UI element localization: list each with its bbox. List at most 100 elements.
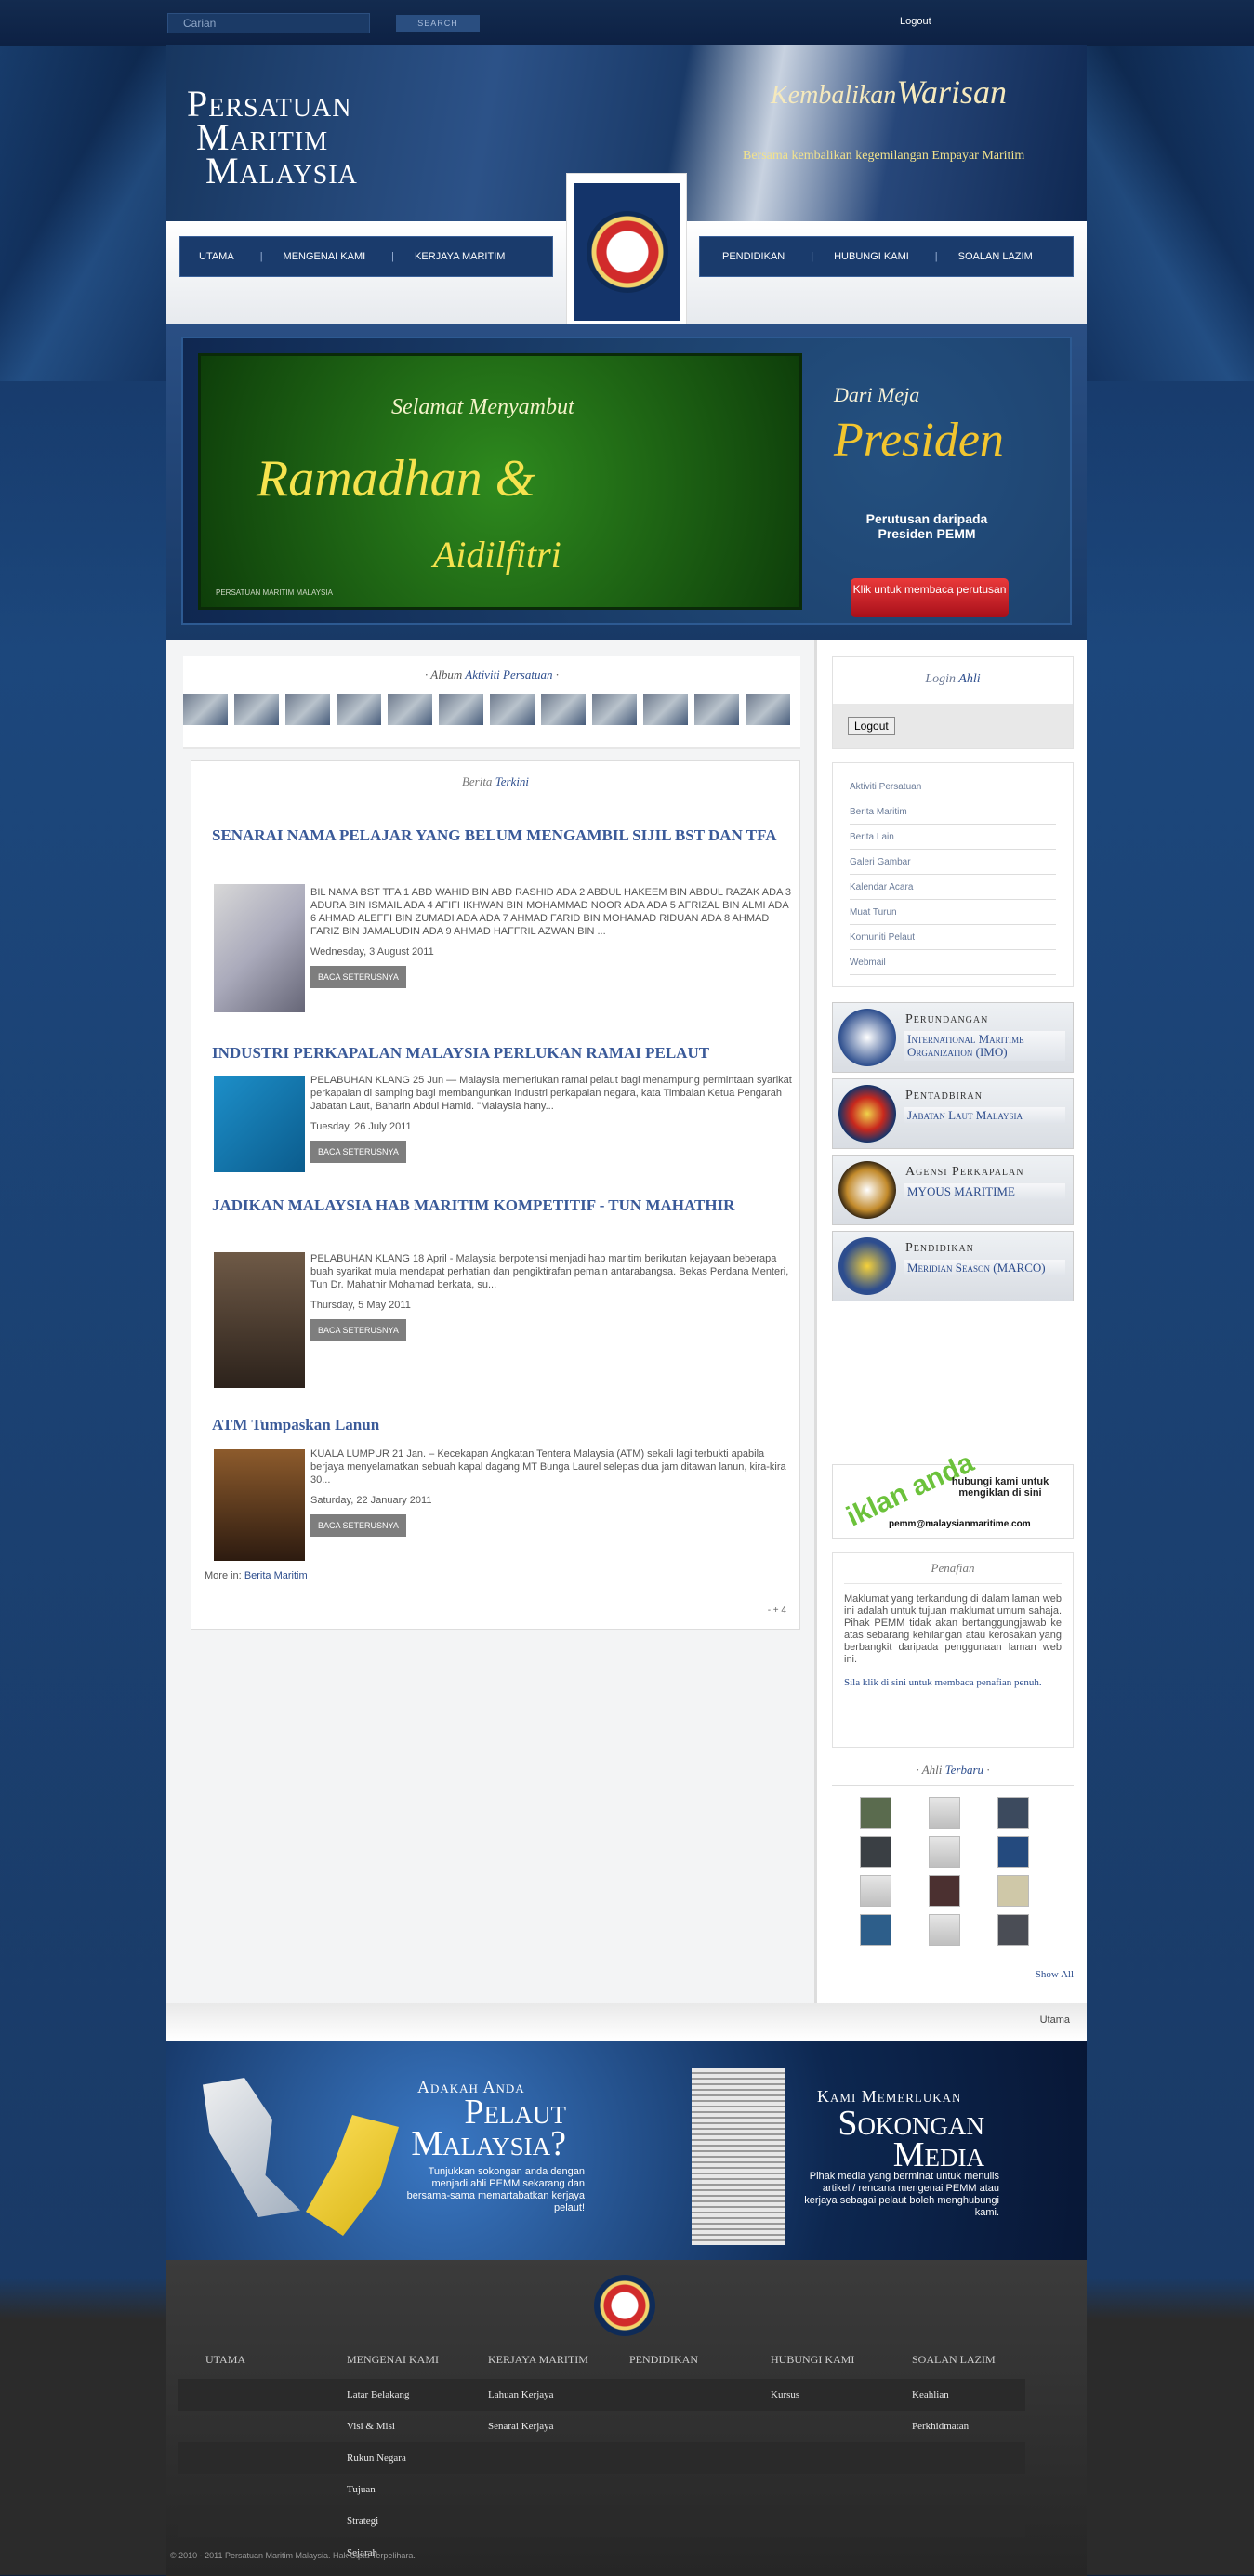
- album-thumb[interactable]: [643, 694, 688, 725]
- logout-button[interactable]: Logout: [848, 717, 895, 735]
- album-thumbnails: [183, 694, 790, 725]
- disclaimer-link[interactable]: Sila klik di sini untuk membaca penafian…: [844, 1677, 1062, 1688]
- news-body: PELABUHAN KLANG 25 Jun — Malaysia memerl…: [310, 1074, 794, 1163]
- more-in-link[interactable]: Berita Maritim: [244, 1570, 308, 1581]
- nav-soalan-lazim[interactable]: SOALAN LAZIM: [958, 251, 1033, 262]
- footer-link[interactable]: Lahuan Kerjaya: [460, 2379, 601, 2411]
- partner-name: International Maritime Organization (IMO…: [904, 1031, 1065, 1061]
- partner-link-imo[interactable]: Perundangan International Maritime Organi…: [832, 1002, 1074, 1073]
- footer-heading[interactable]: HUBUNGI KAMI: [743, 2353, 884, 2379]
- album-thumb[interactable]: [490, 694, 535, 725]
- news-excerpt: BIL NAMA BST TFA 1 ABD WAHID BIN ABD RAS…: [310, 887, 791, 937]
- member-avatar[interactable]: [860, 1797, 891, 1829]
- side-menu-item[interactable]: Galeri Gambar: [850, 850, 1056, 875]
- member-avatar[interactable]: [860, 1914, 891, 1946]
- breadcrumb[interactable]: Utama: [166, 2003, 1087, 2041]
- member-avatar[interactable]: [929, 1875, 960, 1907]
- side-menu-item[interactable]: Kalendar Acara: [850, 875, 1056, 900]
- member-avatar[interactable]: [997, 1836, 1029, 1868]
- footer-heading[interactable]: MENGENAI KAMI: [319, 2353, 460, 2379]
- member-avatar[interactable]: [997, 1797, 1029, 1829]
- read-more-button[interactable]: BACA SETERUSNYA: [310, 1141, 406, 1163]
- member-avatar[interactable]: [929, 1836, 960, 1868]
- news-image[interactable]: [214, 1252, 305, 1388]
- new-members-title: · Ahli Terbaru ·: [832, 1763, 1074, 1786]
- disclaimer-box: Penafian Maklumat yang terkandung di dal…: [832, 1552, 1074, 1748]
- footer-link[interactable]: Keahlian: [884, 2379, 1025, 2411]
- footer-row: [601, 2442, 743, 2474]
- promo-sokongan[interactable]: Sokongan Media: [780, 2106, 984, 2173]
- partner-link-jabatan-laut[interactable]: Pentadbiran Jabatan Laut Malaysia: [832, 1078, 1074, 1149]
- news-image[interactable]: [214, 1449, 305, 1561]
- news-title[interactable]: JADIKAN MALAYSIA HAB MARITIM KOMPETITIF …: [212, 1195, 781, 1217]
- footer-heading[interactable]: KERJAYA MARITIM: [460, 2353, 601, 2379]
- news-title[interactable]: INDUSTRI PERKAPALAN MALAYSIA PERLUKAN RA…: [212, 1042, 781, 1064]
- footer-link[interactable]: Senarai Kerjaya: [460, 2411, 601, 2442]
- news-image[interactable]: [214, 1076, 305, 1172]
- album-thumb[interactable]: [337, 694, 381, 725]
- album-thumb[interactable]: [439, 694, 483, 725]
- album-thumb[interactable]: [694, 694, 739, 725]
- member-avatar[interactable]: [860, 1875, 891, 1907]
- side-menu-item[interactable]: Berita Lain: [850, 825, 1056, 850]
- footer-link[interactable]: Kursus: [743, 2379, 884, 2411]
- footer-link[interactable]: Perkhidmatan: [884, 2411, 1025, 2442]
- nav-pendidikan[interactable]: PENDIDIKAN: [722, 251, 785, 262]
- nav-mengenai-kami[interactable]: MENGENAI KAMI: [284, 251, 366, 262]
- footer-heading[interactable]: UTAMA: [178, 2353, 319, 2379]
- side-menu-item[interactable]: Komuniti Pelaut: [850, 925, 1056, 950]
- side-menu-item[interactable]: Muat Turun: [850, 900, 1056, 925]
- show-all-link[interactable]: Show All: [1036, 1969, 1074, 1980]
- footer-link[interactable]: Rukun Negara: [319, 2442, 460, 2474]
- nav-hubungi-kami[interactable]: HUBUNGI KAMI: [834, 251, 909, 262]
- read-more-button[interactable]: BACA SETERUSNYA: [310, 1319, 406, 1341]
- album-thumb[interactable]: [541, 694, 586, 725]
- background-flag-left: [0, 46, 167, 381]
- nav-kerjaya-maritim[interactable]: KERJAYA MARITIM: [415, 251, 505, 262]
- album-thumb[interactable]: [183, 694, 228, 725]
- member-avatar[interactable]: [929, 1914, 960, 1946]
- ramadhan-greeting-image[interactable]: Selamat Menyambut Ramadhan & Aidilfitri …: [198, 353, 802, 610]
- footer-link[interactable]: Strategi: [319, 2505, 460, 2537]
- read-more-button[interactable]: BACA SETERUSNYA: [310, 1514, 406, 1537]
- greeting-selamat: Selamat Menyambut: [391, 395, 574, 419]
- album-thumb[interactable]: [746, 694, 790, 725]
- member-avatar[interactable]: [997, 1875, 1029, 1907]
- pagination[interactable]: - + 4: [768, 1605, 786, 1616]
- album-thumb[interactable]: [285, 694, 330, 725]
- album-thumb[interactable]: [592, 694, 637, 725]
- footer-heading[interactable]: SOALAN LAZIM: [884, 2353, 1025, 2379]
- news-title[interactable]: SENARAI NAMA PELAJAR YANG BELUM MENGAMBI…: [212, 825, 781, 847]
- nav-separator: |: [391, 251, 395, 262]
- slogan-b: Warisan: [896, 73, 1008, 111]
- partner-link-marco[interactable]: Pendidikan Meridian Season (MARCO): [832, 1231, 1074, 1301]
- member-avatar[interactable]: [929, 1797, 960, 1829]
- read-more-button[interactable]: BACA SETERUSNYA: [310, 966, 406, 988]
- side-menu-item[interactable]: Berita Maritim: [850, 799, 1056, 825]
- footer-link[interactable]: Tujuan: [319, 2474, 460, 2505]
- advert-box[interactable]: iklan anda hubungi kami untuk mengiklan …: [832, 1447, 1074, 1539]
- news-image[interactable]: [214, 884, 305, 1012]
- footer-link[interactable]: Latar Belakang: [319, 2379, 460, 2411]
- nav-utama[interactable]: UTAMA: [199, 251, 234, 262]
- footer-row: [884, 2474, 1025, 2505]
- side-menu-item[interactable]: Aktiviti Persatuan: [850, 774, 1056, 799]
- album-thumb[interactable]: [234, 694, 279, 725]
- partner-link-myous[interactable]: Agensi Perkapalan MYOUS MARITIME: [832, 1155, 1074, 1225]
- album-thumb[interactable]: [388, 694, 432, 725]
- partner-name: Meridian Season (MARCO): [904, 1260, 1065, 1276]
- footer-link[interactable]: Visi & Misi: [319, 2411, 460, 2442]
- read-message-button[interactable]: Klik untuk membaca perutusan: [851, 578, 1009, 617]
- top-logout-link[interactable]: Logout: [900, 16, 931, 27]
- footer-row: [884, 2505, 1025, 2537]
- logo-emblem[interactable]: [566, 173, 687, 327]
- member-avatar[interactable]: [997, 1914, 1029, 1946]
- member-avatar[interactable]: [860, 1836, 891, 1868]
- side-menu-item[interactable]: Webmail: [850, 950, 1056, 975]
- search-button[interactable]: SEARCH: [396, 15, 480, 32]
- search-input[interactable]: Carian: [167, 13, 370, 33]
- promo-pelaut[interactable]: Pelaut Malaysia?: [380, 2094, 566, 2161]
- title-line: Malaysia: [205, 150, 358, 192]
- news-title[interactable]: ATM Tumpaskan Lanun: [212, 1414, 781, 1436]
- footer-heading[interactable]: PENDIDIKAN: [601, 2353, 743, 2379]
